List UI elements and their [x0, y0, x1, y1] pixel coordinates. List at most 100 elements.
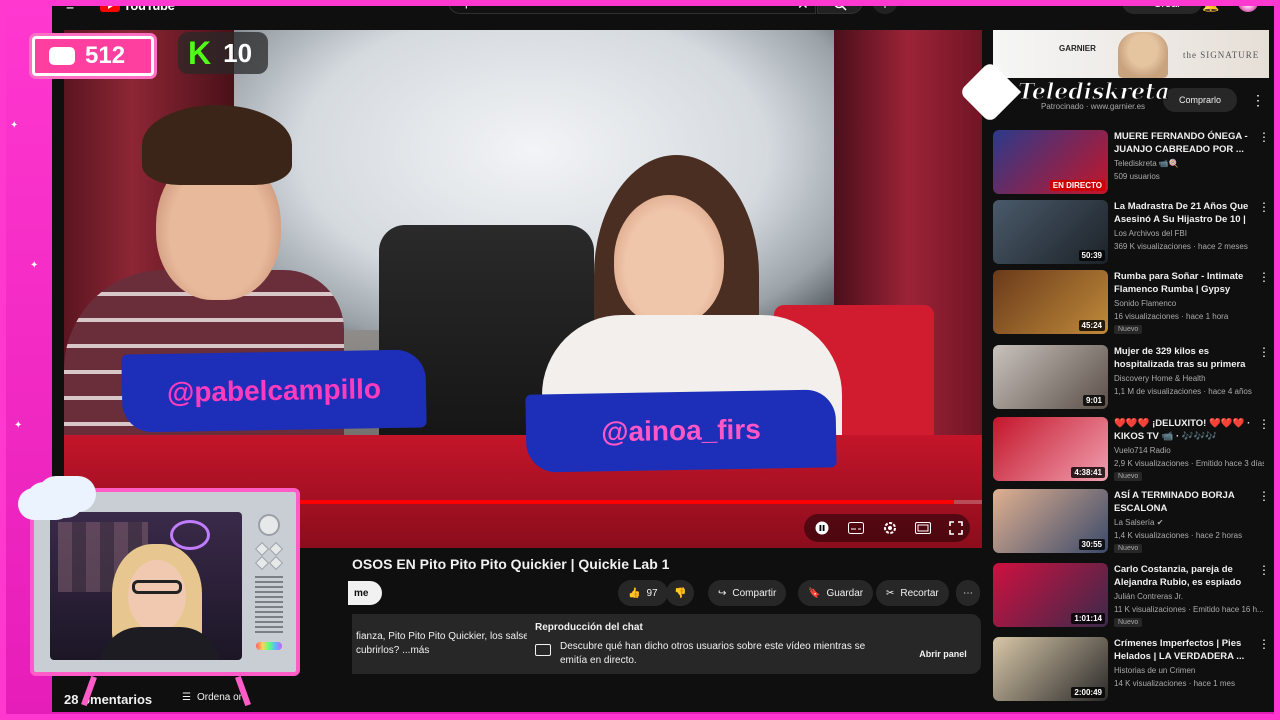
subtitles-button[interactable] — [842, 516, 870, 540]
fullscreen-button[interactable] — [942, 516, 970, 540]
share-icon: ↪ — [718, 587, 727, 599]
chat-replay-title: Reproducción del chat — [535, 622, 643, 633]
recommended-video[interactable]: 9:01 Mujer de 329 kilos es hospitalizada … — [993, 345, 1270, 411]
recommended-video-channel[interactable]: La Salsería ✔ — [1114, 518, 1163, 527]
streamer-face — [128, 560, 186, 632]
video-thumbnail[interactable]: 9:01 — [993, 345, 1108, 409]
recommended-video-meta: 1,1 M de visualizaciones · hace 4 años — [1114, 387, 1252, 396]
like-button[interactable]: 👍 97 — [618, 580, 668, 606]
fullscreen-icon — [949, 521, 963, 535]
recommended-video-channel[interactable]: Sonido Flamenco — [1114, 299, 1176, 308]
clip-label: Recortar — [900, 587, 939, 599]
more-vertical-icon[interactable]: ⋮ — [1258, 417, 1270, 431]
duration-badge: 9:01 — [1082, 395, 1105, 406]
recommended-video[interactable]: 50:39 La Madrastra De 21 Años Que Asesinó… — [993, 200, 1270, 266]
theater-mode-button[interactable] — [909, 516, 937, 540]
clear-search-icon[interactable]: ✕ — [797, 0, 809, 13]
recommended-video-channel[interactable]: Vuelo714 Radio — [1114, 446, 1171, 455]
video-thumbnail[interactable]: 45:24 — [993, 270, 1108, 334]
streamer-glasses — [132, 580, 182, 594]
recommended-video-title[interactable]: La Madrastra De 21 Años Que Asesinó A Su… — [1114, 200, 1254, 227]
comments-count: 28 omentarios — [64, 692, 153, 707]
share-button[interactable]: ↪ Compartir — [708, 580, 787, 606]
video-thumbnail[interactable]: 4:38:41 — [993, 417, 1108, 481]
video-person-left-hair — [142, 105, 292, 185]
more-vertical-icon[interactable]: ⋮ — [1258, 637, 1270, 651]
settings-button[interactable] — [876, 516, 904, 540]
dislike-button[interactable]: 👎 — [666, 580, 695, 606]
search-button[interactable] — [817, 0, 863, 14]
youtube-logo[interactable]: YouTube — [100, 0, 175, 13]
account-avatar[interactable] — [1238, 0, 1258, 12]
youtube-logo-text: YouTube — [123, 0, 175, 13]
more-vertical-icon[interactable]: ⋮ — [1258, 130, 1270, 144]
recommended-video[interactable]: 2:00:49 Crímenes Imperfectos | Pies Helad… — [993, 637, 1270, 703]
subtitles-icon — [848, 522, 864, 534]
more-actions-button[interactable]: ⋯ — [956, 580, 980, 606]
ad-product-name: the SIGNATURE — [1183, 50, 1260, 60]
recommended-video[interactable]: 1:01:14 Carlo Costanzia, pareja de Alejan… — [993, 563, 1270, 629]
search-input[interactable]: quickie — [448, 0, 816, 14]
video-thumbnail[interactable]: 2:00:49 — [993, 637, 1108, 701]
more-vertical-icon[interactable]: ⋮ — [1258, 489, 1270, 503]
microphone-icon — [880, 0, 890, 8]
thumbs-down-icon: 👎 — [674, 587, 687, 599]
thumbs-up-icon: 👍 — [628, 587, 641, 599]
more-vertical-icon[interactable]: ⋮ — [1258, 270, 1270, 284]
clip-button[interactable]: ✂ Recortar — [876, 580, 949, 606]
video-thumbnail[interactable]: 1:01:14 — [993, 563, 1108, 627]
video-player[interactable]: @pabelcampillo @ainoa_firs — [64, 30, 982, 548]
more-vertical-icon[interactable]: ⋮ — [1251, 92, 1265, 109]
more-vertical-icon[interactable]: ⋮ — [1258, 345, 1270, 359]
recommended-video-title[interactable]: Carlo Costanzia, pareja de Alejandra Rub… — [1114, 563, 1254, 590]
gear-icon — [884, 522, 896, 534]
recommended-video[interactable]: 45:24 Rumba para Soñar - Intimate Flamenc… — [993, 270, 1270, 336]
search-icon — [833, 0, 847, 11]
ad-cta-button[interactable]: Comprarlo — [1163, 88, 1237, 112]
sort-comments-button[interactable]: ☰ Ordena or — [182, 692, 242, 703]
recommended-video-channel[interactable]: Historias de un Crimen — [1114, 666, 1195, 675]
recommended-video[interactable]: 4:38:41 ❤️❤️❤️ ¡DELUXITO! ❤️❤️❤️ · KIKOS … — [993, 417, 1270, 483]
video-thumbnail[interactable]: EN DIRECTO — [993, 130, 1108, 194]
duration-badge: 2:00:49 — [1071, 687, 1105, 698]
name-tag-left: @pabelcampillo — [121, 349, 427, 433]
scissors-icon: ✂ — [886, 587, 895, 599]
recommended-video-title[interactable]: Rumba para Soñar - Intimate Flamenco Rum… — [1114, 270, 1254, 297]
recommended-video-channel[interactable]: Discovery Home & Health — [1114, 374, 1206, 383]
recommended-video-title[interactable]: ASÍ A TERMINADO BORJA ESCALONA — [1114, 489, 1254, 515]
ad-brand-logo: GARNIER — [1059, 44, 1096, 53]
recommended-video[interactable]: EN DIRECTO MUERE FERNANDO ÓNEGA - JUANJO … — [993, 130, 1270, 196]
video-thumbnail[interactable]: 50:39 — [993, 200, 1108, 264]
pause-button[interactable] — [808, 516, 836, 540]
video-person-right-head — [614, 195, 724, 325]
recommended-video-title[interactable]: Mujer de 329 kilos es hospitalizada tras… — [1114, 345, 1254, 372]
kick-count: 10 — [223, 37, 253, 68]
new-badge: Nuevo — [1114, 472, 1143, 481]
chat-bubble-icon — [535, 644, 551, 656]
chat-count: 512 — [85, 42, 126, 69]
recommended-video-title[interactable]: Crímenes Imperfectos | Pies Helados | LA… — [1114, 637, 1254, 663]
hamburger-menu-icon[interactable]: ≡ — [66, 0, 88, 14]
voice-search-button[interactable] — [872, 0, 898, 14]
recommended-video-meta: 14 K visualizaciones · hace 1 mes — [1114, 679, 1235, 688]
webcam-feed — [50, 512, 242, 660]
open-chat-panel-button[interactable]: Abrir panel — [913, 642, 973, 666]
recommended-video-title[interactable]: ❤️❤️❤️ ¡DELUXITO! ❤️❤️❤️ · KIKOS TV 📹 · … — [1114, 417, 1254, 443]
more-vertical-icon[interactable]: ⋮ — [1258, 200, 1270, 214]
more-vertical-icon[interactable]: ⋮ — [1258, 563, 1270, 577]
save-button[interactable]: 🔖 Guardar — [798, 580, 874, 606]
recommended-video-channel[interactable]: Los Archivos del FBI — [1114, 229, 1187, 238]
recommended-video-channel[interactable]: Julián Contreras Jr. — [1114, 592, 1183, 601]
new-badge: Nuevo — [1114, 325, 1143, 334]
subscribe-button[interactable]: me — [348, 581, 382, 605]
recommended-video[interactable]: 30:55 ASÍ A TERMINADO BORJA ESCALONA La Sa… — [993, 489, 1270, 555]
create-button[interactable]: + Crear — [1122, 0, 1202, 14]
video-thumbnail[interactable]: 30:55 — [993, 489, 1108, 553]
recommended-video-title[interactable]: MUERE FERNANDO ÓNEGA - JUANJO CABREADO P… — [1114, 130, 1254, 156]
bookmark-icon: 🔖 — [808, 587, 821, 599]
pause-icon — [815, 521, 829, 535]
save-label: Guardar — [826, 587, 864, 599]
recommended-video-channel[interactable]: Telediskreta 📹🍭 — [1114, 159, 1179, 168]
watermark-text: Telediskreta — [1018, 79, 1171, 106]
recommended-video-meta: 509 usuarios — [1114, 172, 1160, 181]
